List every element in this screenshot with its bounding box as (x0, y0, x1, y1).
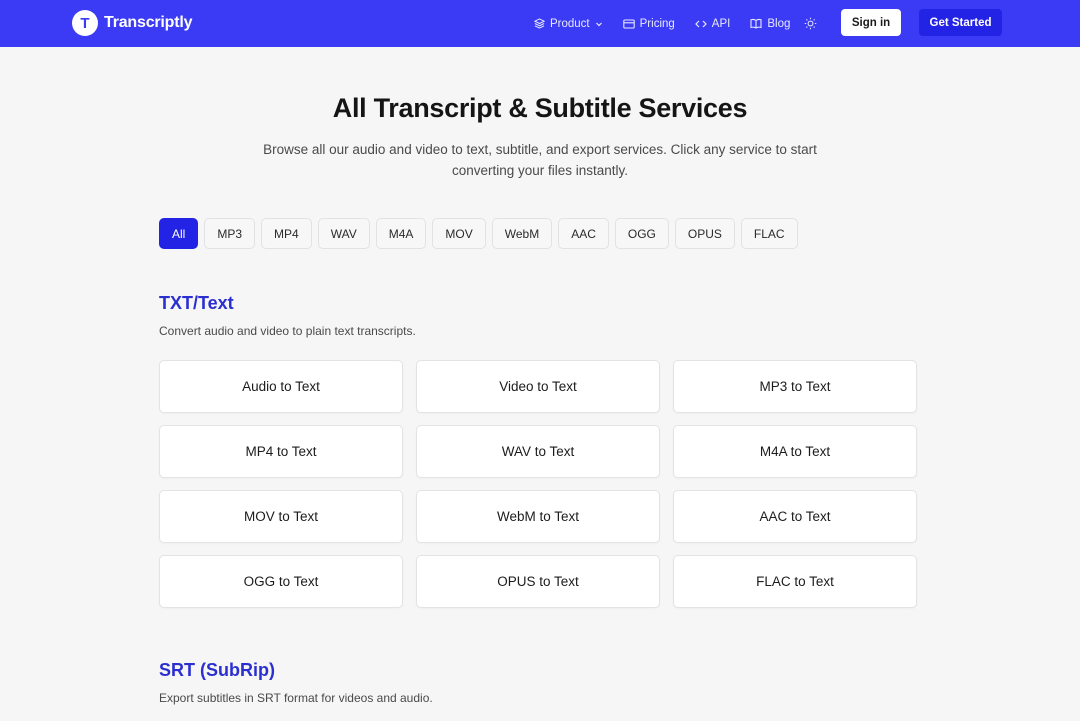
top-navbar: T Transcriptly Product Pricing API Blog … (0, 0, 1080, 47)
service-card[interactable]: WAV to Text (416, 425, 660, 478)
service-card[interactable]: WebM to Text (416, 490, 660, 543)
card-icon (622, 18, 635, 29)
layers-icon (534, 18, 545, 29)
page-title: All Transcript & Subtitle Services (332, 93, 748, 123)
brand-name: Transcriptly (104, 14, 193, 31)
section-title-txt: TXT/Text (159, 293, 234, 313)
format-filter-bar: All MP3 MP4 WAV M4A MOV WebM AAC OGG OPU… (159, 218, 798, 249)
service-grid-txt: Audio to Text Video to Text MP3 to Text … (159, 360, 917, 608)
service-card[interactable]: MP4 to Text (159, 425, 403, 478)
service-card[interactable]: MOV to Text (159, 490, 403, 543)
filter-chip-ogg[interactable]: OGG (614, 218, 669, 249)
service-card[interactable]: Audio to Text (159, 360, 403, 413)
filter-chip-wav[interactable]: WAV (317, 218, 370, 249)
nav-blog[interactable]: Blog (750, 18, 790, 30)
filter-chip-mp4[interactable]: MP4 (261, 218, 312, 249)
filter-chip-flac[interactable]: FLAC (740, 218, 798, 249)
sun-icon (804, 17, 816, 29)
section-description-srt: Export subtitles in SRT format for video… (159, 691, 433, 705)
nav-pricing[interactable]: Pricing (622, 17, 675, 30)
section-title-srt: SRT (SubRip) (159, 660, 275, 680)
nav-product[interactable]: Product (534, 18, 603, 30)
sign-in-button[interactable]: Sign in (841, 9, 901, 36)
filter-chip-webm[interactable]: WebM (491, 218, 553, 249)
filter-chip-mov[interactable]: MOV (432, 218, 486, 249)
nav-product-label: Product (550, 17, 590, 30)
service-card[interactable]: OGG to Text (159, 555, 403, 608)
nav-links: Product Pricing API Blog (534, 0, 790, 47)
logo-icon: T (72, 10, 98, 36)
section-description-txt: Convert audio and video to plain text tr… (159, 324, 416, 338)
service-card[interactable]: M4A to Text (673, 425, 917, 478)
service-card[interactable]: MP3 to Text (673, 360, 917, 413)
service-card[interactable]: AAC to Text (673, 490, 917, 543)
theme-toggle-button[interactable] (801, 14, 819, 32)
nav-api-label: API (711, 17, 731, 30)
filter-chip-all[interactable]: All (159, 218, 199, 249)
filter-chip-mp3[interactable]: MP3 (204, 218, 256, 249)
service-card[interactable]: OPUS to Text (416, 555, 660, 608)
nav-pricing-label: Pricing (639, 17, 675, 30)
filter-chip-m4a[interactable]: M4A (375, 218, 427, 249)
filter-chip-opus[interactable]: OPUS (674, 218, 735, 249)
nav-api[interactable]: API (694, 17, 731, 30)
service-card[interactable]: Video to Text (416, 360, 660, 413)
page-subtitle: Browse all our audio and video to text, … (263, 142, 817, 178)
code-icon (694, 20, 707, 27)
get-started-button[interactable]: Get Started (919, 9, 1002, 36)
chevron-down-icon (595, 22, 602, 26)
brand-logo-link[interactable]: T Transcriptly (72, 10, 193, 36)
nav-blog-label: Blog (767, 17, 791, 30)
service-card[interactable]: FLAC to Text (673, 555, 917, 608)
filter-chip-aac[interactable]: AAC (558, 218, 609, 249)
book-icon (750, 18, 762, 29)
